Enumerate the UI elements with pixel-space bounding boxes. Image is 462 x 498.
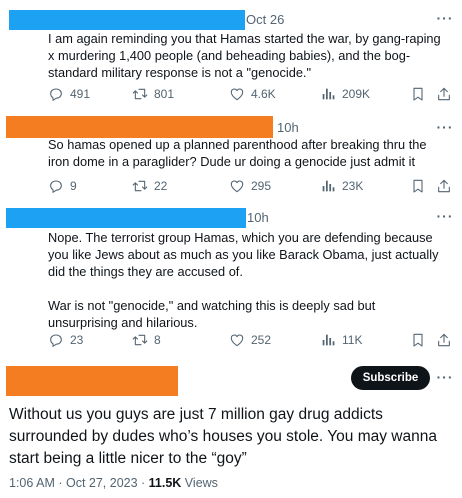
tweet-paragraph: So hamas opened up a planned parenthood … (48, 137, 427, 169)
like-icon (230, 334, 244, 347)
retweet-icon (132, 88, 148, 100)
share-button[interactable] (436, 332, 452, 348)
more-icon[interactable]: ··· (436, 208, 454, 224)
reply-icon (50, 180, 62, 193)
share-button[interactable] (436, 86, 452, 102)
tweet-time[interactable]: 10h (277, 120, 299, 135)
tweet-actions: 491 801 4.6K 209K (48, 86, 450, 106)
tweet-paragraph: I am again reminding you that Hamas star… (48, 31, 441, 80)
views-count: 209K (342, 87, 371, 101)
reply-count: 23 (70, 333, 84, 347)
like-button[interactable]: 295 (229, 178, 271, 194)
like-button[interactable]: 252 (229, 332, 271, 348)
repost-button[interactable]: 8 (132, 332, 161, 348)
reply-count: 491 (70, 87, 91, 101)
views-icon (322, 180, 335, 192)
tweet-metadata: 1:06 AM · Oct 27, 2023 · 11.5K Views (9, 476, 218, 490)
repost-button[interactable]: 22 (132, 178, 167, 194)
views-count: 23K (342, 179, 364, 193)
bookmark-button[interactable] (410, 178, 426, 194)
views-count: 11K (342, 333, 363, 347)
reply-button[interactable]: 9 (48, 178, 77, 194)
tweet-actions: 23 8 252 11K (48, 332, 450, 352)
like-icon (230, 180, 244, 193)
repost-count: 801 (154, 87, 175, 101)
tweet-paragraph: War is not "genocide," and watching this… (48, 298, 376, 330)
reply-icon (50, 88, 62, 101)
views-count: 11.5K (148, 476, 182, 490)
bookmark-icon (413, 179, 423, 193)
views-button[interactable]: 209K (320, 86, 370, 102)
share-icon (438, 333, 450, 347)
like-count: 4.6K (251, 87, 276, 101)
tweet-timestamp[interactable]: 1:06 AM · Oct 27, 2023 · (9, 476, 149, 490)
bookmark-icon (413, 87, 423, 101)
tweet-text: I am again reminding you that Hamas star… (48, 30, 448, 81)
redacted-username (6, 116, 273, 138)
redacted-username (9, 10, 245, 30)
views-button[interactable]: 23K (320, 178, 363, 194)
subscribe-button[interactable]: Subscribe (351, 366, 430, 390)
views-button[interactable]: 11K (320, 332, 362, 348)
tweet-time[interactable]: 10h (247, 210, 269, 225)
views-icon (322, 88, 335, 100)
main-tweet-text: Without us you guys are just 7 million g… (9, 406, 437, 467)
repost-count: 8 (154, 333, 161, 347)
reply-button[interactable]: 491 (48, 86, 90, 102)
repost-count: 22 (154, 179, 168, 193)
tweet-paragraph: Nope. The terrorist group Hamas, which y… (48, 230, 439, 279)
views-icon (322, 334, 335, 346)
share-icon (438, 179, 450, 193)
reply-count: 9 (70, 179, 77, 193)
retweet-icon (132, 334, 148, 346)
retweet-icon (132, 180, 148, 192)
share-button[interactable] (436, 178, 452, 194)
like-icon (230, 88, 244, 101)
like-count: 252 (251, 333, 272, 347)
redacted-username (6, 208, 246, 228)
tweet-text: So hamas opened up a planned parenthood … (48, 136, 448, 170)
reply-icon (50, 334, 62, 347)
views-label: Views (181, 476, 218, 490)
bookmark-button[interactable] (410, 86, 426, 102)
redacted-author (6, 366, 178, 396)
repost-button[interactable]: 801 (132, 86, 174, 102)
like-button[interactable]: 4.6K (229, 86, 276, 102)
tweet-time[interactable]: Oct 26 (246, 12, 284, 27)
share-icon (438, 87, 450, 101)
more-icon[interactable]: ··· (436, 119, 454, 135)
like-count: 295 (251, 179, 272, 193)
tweet-actions: 9 22 295 23K (48, 178, 450, 198)
reply-button[interactable]: 23 (48, 332, 83, 348)
more-icon[interactable]: ··· (436, 369, 454, 385)
bookmark-button[interactable] (410, 332, 426, 348)
more-icon[interactable]: ··· (436, 10, 454, 26)
tweet-text: Nope. The terrorist group Hamas, which y… (48, 229, 448, 331)
bookmark-icon (413, 333, 423, 347)
